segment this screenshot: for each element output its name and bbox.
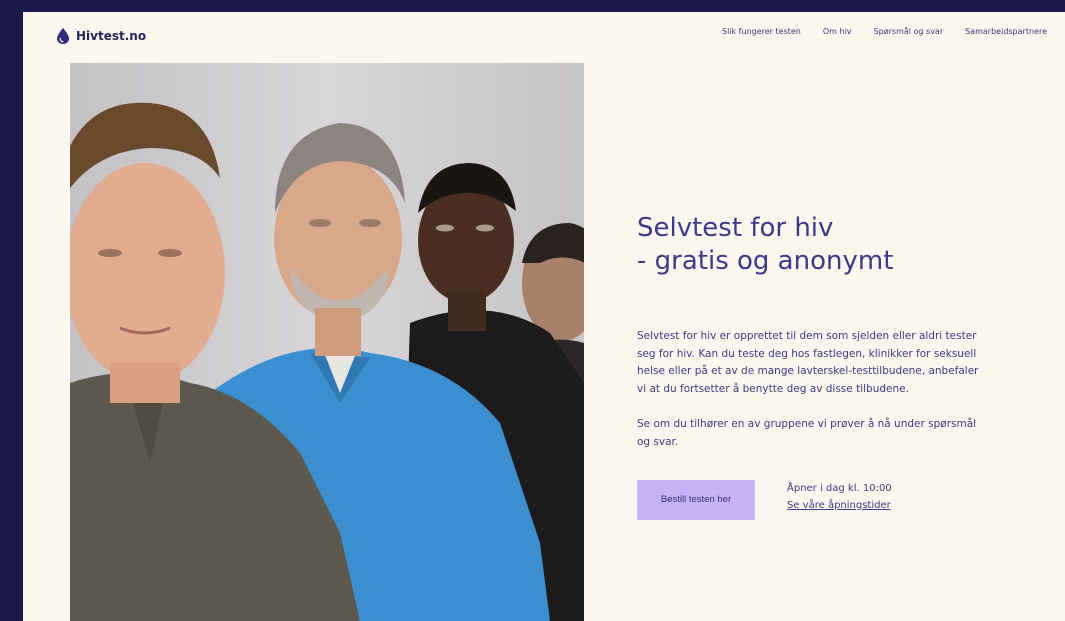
opening-hours: Åpner i dag kl. 10:00 Se våre åpningstid… xyxy=(787,480,892,514)
hero-paragraph-2: Se om du tilhører en av gruppene vi prøv… xyxy=(637,418,977,448)
page: Hivtest.no Slik fungerer testen Om hiv S… xyxy=(23,12,1065,621)
cta-row: Bestill testen her Åpner i dag kl. 10:00… xyxy=(637,479,1017,520)
opening-hours-link[interactable]: Se våre åpningstider xyxy=(787,500,891,511)
hero-title-line2: - gratis og anonymt xyxy=(637,246,894,276)
site-header: Hivtest.no Slik fungerer testen Om hiv S… xyxy=(23,12,1065,62)
logo-text: Hivtest.no xyxy=(76,29,147,43)
hero-paragraph-1: Selvtest for hiv er opprettet til dem so… xyxy=(637,330,979,395)
hero-photo xyxy=(70,63,584,621)
nav-item-samarbeidspartnere[interactable]: Samarbeidspartnere xyxy=(965,27,1047,36)
nav-item-sporsmal-og-svar[interactable]: Spørsmål og svar xyxy=(874,27,944,36)
logo-link[interactable]: Hivtest.no xyxy=(56,27,146,45)
nav-item-slik-fungerer-testen[interactable]: Slik fungerer testen xyxy=(722,27,801,36)
nav-item-om-hiv[interactable]: Om hiv xyxy=(823,27,852,36)
main-nav: Slik fungerer testen Om hiv Spørsmål og … xyxy=(722,27,1047,36)
opening-text: Åpner i dag kl. 10:00 xyxy=(787,482,892,494)
order-test-button[interactable]: Bestill testen her xyxy=(637,479,755,520)
hero-content: Selvtest for hiv - gratis og anonymt Sel… xyxy=(637,212,1017,520)
hero-title-line1: Selvtest for hiv xyxy=(637,213,834,243)
hero-photo-illustration xyxy=(70,63,584,621)
drop-icon xyxy=(57,28,69,44)
hero-title: Selvtest for hiv - gratis og anonymt xyxy=(637,212,1017,278)
